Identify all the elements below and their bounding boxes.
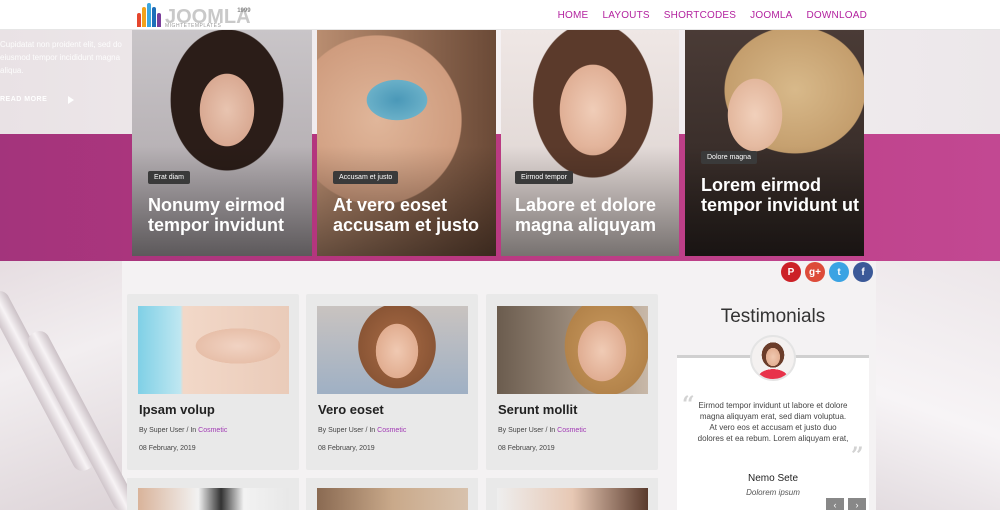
hero-card[interactable]: Accusam et justo At vero eoset accusam e…	[317, 30, 496, 256]
hero-card-tag[interactable]: Dolore magna	[701, 151, 757, 164]
article-category-link[interactable]: Cosmetic	[377, 427, 406, 434]
main-nav: HOME LAYOUTS SHORTCODES JOOMLA DOWNLOAD	[558, 0, 867, 30]
hero-card-title[interactable]: Nonumy eirmod tempor invidunt	[148, 195, 312, 235]
testimonial-author-role: Dolorem ipsum	[746, 488, 800, 497]
nav-shortcodes[interactable]: SHORTCODES	[664, 10, 736, 21]
article-author: By Super User / In	[498, 427, 558, 434]
article-card[interactable]: Serunt mollit By Super User / In Cosmeti…	[486, 294, 658, 470]
article-thumbnail[interactable]	[497, 488, 648, 510]
article-title[interactable]: Ipsam volup	[139, 402, 215, 417]
article-thumbnail[interactable]	[138, 488, 289, 510]
hero-card[interactable]: Erat diam Nonumy eirmod tempor invidunt	[132, 30, 312, 256]
pinterest-icon[interactable]: P	[781, 262, 801, 282]
logo-year: 1999	[237, 8, 251, 14]
article-meta: By Super User / In Cosmetic	[139, 427, 227, 434]
google-plus-icon[interactable]: g+	[805, 262, 825, 282]
article-card[interactable]	[306, 478, 478, 510]
quote-close-icon: ”	[851, 443, 864, 469]
read-more-link[interactable]: READ MORE	[0, 96, 47, 103]
article-thumbnail[interactable]	[138, 306, 289, 394]
article-meta: By Super User / In Cosmetic	[318, 427, 406, 434]
background-decoration	[0, 261, 138, 510]
facebook-icon[interactable]: f	[853, 262, 873, 282]
testimonials-heading: Testimonials	[720, 306, 826, 327]
article-title[interactable]: Serunt mollit	[498, 402, 577, 417]
article-author: By Super User / In	[139, 427, 199, 434]
hero-card[interactable]: Dolore magna Lorem eirmod tempor invidun…	[685, 30, 864, 256]
article-thumbnail[interactable]	[317, 306, 468, 394]
article-card[interactable]: Vero eoset By Super User / In Cosmetic 0…	[306, 294, 478, 470]
testimonial-prev-button[interactable]: ‹	[826, 498, 844, 510]
logo-mark-icon	[136, 3, 162, 27]
testimonial-next-button[interactable]: ›	[848, 498, 866, 510]
article-card[interactable]	[486, 478, 658, 510]
testimonial-quote: Eirmod tempor invidunt ut labore et dolo…	[697, 401, 849, 443]
quote-open-icon: “	[682, 392, 695, 418]
twitter-icon[interactable]: t	[829, 262, 849, 282]
nav-home[interactable]: HOME	[558, 10, 589, 21]
article-title[interactable]: Vero eoset	[318, 402, 384, 417]
avatar	[750, 335, 796, 381]
hero-card-title[interactable]: Labore et dolore magna aliquyam	[515, 195, 679, 235]
hero-card-title[interactable]: At vero eoset accusam et justo	[333, 195, 496, 235]
play-arrow-icon[interactable]	[68, 96, 74, 104]
article-thumbnail[interactable]	[317, 488, 468, 510]
article-category-link[interactable]: Cosmetic	[557, 427, 586, 434]
hero-card-tag[interactable]: Erat diam	[148, 171, 190, 184]
article-author: By Super User / In	[318, 427, 378, 434]
site-logo[interactable]: JOOMLA 1999 MIGHTETEMPLATES	[136, 1, 251, 29]
logo-subtitle: MIGHTETEMPLATES	[165, 23, 222, 29]
article-meta: By Super User / In Cosmetic	[498, 427, 586, 434]
testimonial-author-name: Nemo Sete	[747, 473, 799, 484]
article-card[interactable]: Ipsam volup By Super User / In Cosmetic …	[127, 294, 299, 470]
hero-card-tag[interactable]: Eirmod tempor	[515, 171, 573, 184]
nav-download[interactable]: DOWNLOAD	[807, 10, 868, 21]
hero-card-title[interactable]: Lorem eirmod tempor invidunt ut	[701, 175, 864, 215]
nav-joomla[interactable]: JOOMLA	[750, 10, 792, 21]
article-thumbnail[interactable]	[497, 306, 648, 394]
nav-layouts[interactable]: LAYOUTS	[602, 10, 649, 21]
background-decoration	[876, 261, 1000, 510]
article-card[interactable]	[127, 478, 299, 510]
article-date: 08 February, 2019	[139, 445, 196, 452]
article-date: 08 February, 2019	[318, 445, 375, 452]
hero-slider: Cupidatat non proident elit, sed do eius…	[0, 30, 1000, 261]
site-header: JOOMLA 1999 MIGHTETEMPLATES HOME LAYOUTS…	[0, 0, 1000, 30]
article-date: 08 February, 2019	[498, 445, 555, 452]
hero-card[interactable]: Eirmod tempor Labore et dolore magna ali…	[501, 30, 679, 256]
hero-intro: Cupidatat non proident elit, sed do eius…	[0, 38, 130, 77]
article-category-link[interactable]: Cosmetic	[198, 427, 227, 434]
social-links: P g+ t f	[781, 262, 873, 282]
hero-intro-text: Cupidatat non proident elit, sed do eius…	[0, 40, 122, 75]
hero-card-tag[interactable]: Accusam et justo	[333, 171, 399, 184]
